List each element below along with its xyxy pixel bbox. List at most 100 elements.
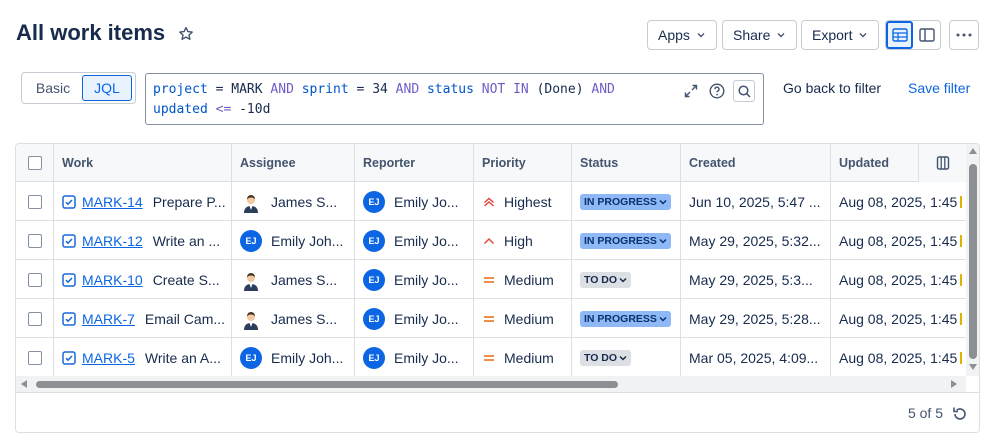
status-label: IN PROGRESS bbox=[584, 195, 657, 208]
assignee-cell[interactable]: James S... bbox=[232, 299, 355, 338]
updated-cell: Aug 08, 2025, 1:45 bbox=[831, 221, 966, 260]
status-dropdown[interactable]: IN PROGRESS bbox=[580, 193, 671, 210]
horizontal-scrollbar[interactable] bbox=[16, 376, 966, 392]
panel-view-icon bbox=[918, 28, 935, 42]
reporter-cell[interactable]: EJ Emily Jo... bbox=[355, 221, 474, 260]
scroll-left-icon[interactable] bbox=[21, 380, 27, 388]
list-view-button[interactable] bbox=[886, 21, 914, 49]
apps-button[interactable]: Apps bbox=[647, 20, 717, 50]
issue-key-link[interactable]: MARK-14 bbox=[82, 194, 143, 210]
overflow-indicator bbox=[960, 312, 963, 325]
detail-view-button[interactable] bbox=[913, 21, 940, 49]
vertical-scrollbar[interactable] bbox=[966, 144, 979, 376]
row-select-cell bbox=[16, 338, 54, 377]
export-button[interactable]: Export bbox=[801, 20, 880, 50]
scroll-down-icon[interactable] bbox=[969, 364, 977, 370]
jql-token: AND bbox=[583, 82, 615, 97]
table-row[interactable]: MARK-5 Write an A... EJ Emily Joh... EJ Emily… bbox=[16, 338, 966, 377]
row-checkbox[interactable] bbox=[27, 350, 42, 365]
table-row[interactable]: MARK-10 Create S... James S... EJ Emily Jo..… bbox=[16, 260, 966, 299]
vertical-scroll-thumb[interactable] bbox=[969, 164, 977, 359]
issue-key-link[interactable]: MARK-12 bbox=[82, 233, 143, 249]
issue-summary[interactable]: Prepare P... bbox=[153, 194, 226, 210]
more-actions-button[interactable] bbox=[949, 20, 979, 50]
row-select-cell bbox=[16, 299, 54, 338]
priority-cell[interactable]: Medium bbox=[474, 338, 572, 377]
issue-summary[interactable]: Create S... bbox=[153, 272, 220, 288]
column-header-updated[interactable]: Updated bbox=[831, 144, 921, 182]
save-filter-link[interactable]: Save filter bbox=[908, 80, 970, 96]
jql-token: updated bbox=[153, 102, 208, 117]
status-dropdown[interactable]: TO DO bbox=[580, 349, 632, 366]
status-dropdown[interactable]: IN PROGRESS bbox=[580, 232, 671, 249]
issue-key-link[interactable]: MARK-5 bbox=[82, 350, 135, 366]
row-checkbox[interactable] bbox=[27, 311, 42, 326]
row-checkbox[interactable] bbox=[27, 194, 42, 209]
table-row[interactable]: MARK-7 Email Cam... James S... EJ Emily Jo..… bbox=[16, 299, 966, 338]
work-cell: MARK-10 Create S... bbox=[54, 260, 232, 299]
column-header-status[interactable]: Status bbox=[572, 144, 681, 182]
row-checkbox[interactable] bbox=[27, 272, 42, 287]
column-settings-button[interactable] bbox=[918, 144, 966, 182]
priority-label: High bbox=[504, 232, 533, 249]
reporter-cell[interactable]: EJ Emily Jo... bbox=[355, 299, 474, 338]
jql-editor[interactable]: project = MARK AND sprint = 34 AND statu… bbox=[145, 73, 764, 125]
reporter-cell[interactable]: EJ Emily Jo... bbox=[355, 338, 474, 377]
task-type-icon bbox=[62, 350, 76, 365]
row-checkbox[interactable] bbox=[27, 233, 42, 248]
priority-cell[interactable]: Medium bbox=[474, 260, 572, 299]
issue-summary[interactable]: Write an A... bbox=[145, 350, 221, 366]
refresh-icon[interactable] bbox=[951, 405, 969, 423]
updated-cell: Aug 08, 2025, 1:45 bbox=[831, 260, 966, 299]
reporter-name: Emily Jo... bbox=[394, 349, 459, 366]
basic-mode-button[interactable]: Basic bbox=[24, 75, 82, 101]
star-icon[interactable] bbox=[178, 26, 194, 42]
overflow-indicator bbox=[960, 234, 963, 247]
chevron-down-icon bbox=[859, 33, 867, 38]
table-row[interactable]: MARK-14 Prepare P... James S... EJ Emily Jo.… bbox=[16, 182, 966, 221]
reporter-cell[interactable]: EJ Emily Jo... bbox=[355, 260, 474, 299]
assignee-cell[interactable]: EJ Emily Joh... bbox=[232, 221, 355, 260]
priority-cell[interactable]: High bbox=[474, 221, 572, 260]
table-footer: 5 of 5 bbox=[16, 392, 979, 432]
priority-high-icon bbox=[483, 237, 495, 244]
column-header-work[interactable]: Work bbox=[54, 144, 232, 182]
column-header-assignee[interactable]: Assignee bbox=[232, 144, 355, 182]
assignee-cell[interactable]: James S... bbox=[232, 260, 355, 299]
expand-editor-button[interactable] bbox=[681, 81, 701, 101]
share-button[interactable]: Share bbox=[722, 20, 798, 50]
table-row[interactable]: MARK-12 Write an ... EJ Emily Joh... EJ Emily… bbox=[16, 221, 966, 260]
scroll-up-icon[interactable] bbox=[969, 148, 977, 154]
priority-cell[interactable]: Highest bbox=[474, 182, 572, 221]
scroll-right-icon[interactable] bbox=[951, 380, 957, 388]
issue-summary[interactable]: Email Cam... bbox=[145, 311, 225, 327]
user-avatar: EJ bbox=[240, 346, 262, 369]
column-header-reporter[interactable]: Reporter bbox=[355, 144, 474, 182]
issue-key-link[interactable]: MARK-10 bbox=[82, 272, 143, 288]
issue-summary[interactable]: Write an ... bbox=[153, 233, 220, 249]
assignee-name: James S... bbox=[271, 310, 338, 327]
column-header-created[interactable]: Created bbox=[681, 144, 831, 182]
created-cell: May 29, 2025, 5:32... bbox=[681, 221, 831, 260]
assignee-cell[interactable]: EJ Emily Joh... bbox=[232, 338, 355, 377]
status-dropdown[interactable]: TO DO bbox=[580, 271, 632, 288]
user-avatar: EJ bbox=[363, 268, 385, 291]
issue-key-link[interactable]: MARK-7 bbox=[82, 311, 135, 327]
column-header-priority[interactable]: Priority bbox=[474, 144, 572, 182]
priority-cell[interactable]: Medium bbox=[474, 299, 572, 338]
status-dropdown[interactable]: IN PROGRESS bbox=[580, 310, 671, 327]
jql-query[interactable]: project = MARK AND sprint = 34 AND statu… bbox=[153, 80, 683, 120]
help-button[interactable] bbox=[707, 81, 727, 101]
jql-token: MARK bbox=[231, 82, 263, 97]
task-type-icon bbox=[62, 194, 76, 209]
jql-token: 34 bbox=[372, 82, 388, 97]
reporter-cell[interactable]: EJ Emily Jo... bbox=[355, 182, 474, 221]
jql-mode-button[interactable]: JQL bbox=[82, 75, 132, 101]
help-icon bbox=[709, 83, 725, 99]
horizontal-scroll-thumb[interactable] bbox=[36, 381, 618, 388]
select-all-checkbox[interactable] bbox=[27, 156, 42, 170]
assignee-cell[interactable]: James S... bbox=[232, 182, 355, 221]
go-back-to-filter-link[interactable]: Go back to filter bbox=[783, 80, 881, 96]
user-avatar: EJ bbox=[363, 190, 385, 213]
run-search-button[interactable] bbox=[733, 80, 755, 102]
